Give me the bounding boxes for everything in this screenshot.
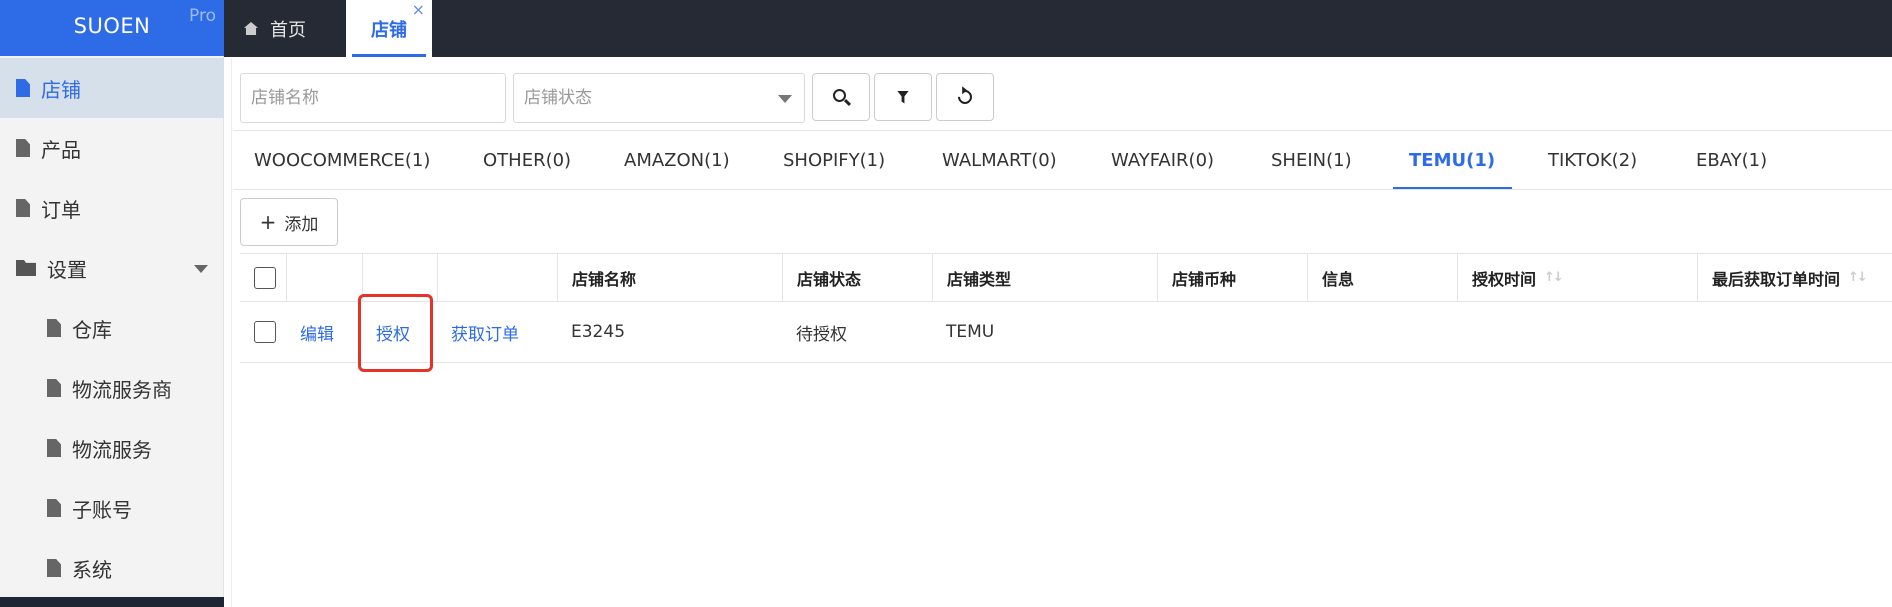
add-button[interactable]: + 添加: [240, 198, 338, 246]
sidebar-item-label: 产品: [41, 137, 81, 162]
search-icon: [833, 89, 846, 102]
cell-shop-status: 待授权: [796, 324, 847, 345]
column-header-auth-time[interactable]: 授权时间 ↑↓: [1457, 254, 1697, 301]
close-icon[interactable]: ×: [412, 2, 425, 18]
column-header-last-fetch-label: 最后获取订单时间: [1712, 269, 1841, 289]
tab-platform-woocommerce[interactable]: WOOCOMMERCE(1): [254, 131, 430, 189]
sidebar-item-label: 物流服务: [72, 437, 152, 462]
app-root: SUOEN Pro 店铺 产品 订单 设置 仓库 物流服务商 物流服务 子账号 …: [0, 0, 1892, 607]
file-icon: [47, 439, 61, 457]
sidebar-item-label: 设置: [47, 257, 87, 282]
column-header-auth-time-label: 授权时间: [1472, 269, 1537, 289]
tab-home-label: 首页: [270, 19, 306, 41]
tab-platform-ebay[interactable]: EBAY(1): [1696, 131, 1767, 189]
row-checkbox[interactable]: [254, 321, 276, 343]
chevron-down-icon: [778, 95, 792, 103]
row-select-cell: [240, 302, 286, 362]
sidebar-item-products[interactable]: 产品: [0, 118, 224, 178]
folder-open-icon: [16, 260, 36, 276]
shop-status-input[interactable]: [524, 88, 804, 108]
sidebar-item-shops[interactable]: 店铺: [0, 58, 224, 118]
tab-shops[interactable]: 店铺 ×: [346, 0, 432, 57]
filter-button[interactable]: [874, 73, 932, 121]
authorize-cell: 授权: [362, 302, 437, 362]
file-icon: [47, 559, 61, 577]
file-icon: [16, 139, 30, 157]
cell-shop-type: TEMU: [946, 322, 995, 342]
shop-name-field[interactable]: [240, 73, 506, 123]
tab-platform-shopify[interactable]: SHOPIFY(1): [783, 131, 885, 189]
table-header: 店铺名称 店铺状态 店铺类型 店铺币种 信息 授权时间 ↑↓ 最后获取订单时间 …: [240, 253, 1892, 302]
tab-platform-temu[interactable]: TEMU(1): [1409, 131, 1495, 189]
refresh-button[interactable]: [936, 73, 994, 121]
sidebar-item-settings[interactable]: 设置: [0, 238, 224, 298]
file-icon: [47, 499, 61, 517]
column-header-last-fetch[interactable]: 最后获取订单时间 ↑↓: [1697, 254, 1892, 301]
edit-link[interactable]: 编辑: [300, 320, 334, 345]
sidebar-item-warehouse[interactable]: 仓库: [0, 298, 224, 358]
sidebar-item-system[interactable]: 系统: [0, 538, 224, 598]
divider: [234, 189, 1892, 190]
add-button-label: 添加: [284, 214, 319, 235]
tab-platform-other[interactable]: OTHER(0): [483, 131, 571, 189]
sidebar-item-label: 子账号: [72, 497, 132, 522]
authorize-link[interactable]: 授权: [376, 320, 410, 345]
column-header-action-2: [362, 254, 437, 301]
sidebar-item-logistics-providers[interactable]: 物流服务商: [0, 358, 224, 418]
home-icon: [244, 22, 258, 35]
file-icon: [47, 319, 61, 337]
brand-badge: Pro: [189, 6, 216, 26]
sidebar-item-sub-accounts[interactable]: 子账号: [0, 478, 224, 538]
column-header-currency: 店铺币种: [1157, 254, 1307, 301]
sidebar-item-label: 系统: [72, 557, 112, 582]
fetch-orders-cell: 获取订单: [437, 302, 557, 362]
sidebar-item-label: 订单: [41, 197, 81, 222]
sidebar-item-label: 仓库: [72, 317, 112, 342]
column-header-status: 店铺状态: [782, 254, 932, 301]
fetch-orders-link[interactable]: 获取订单: [451, 320, 519, 345]
edit-cell: 编辑: [286, 302, 362, 362]
sidebar-footer-strip: [0, 597, 224, 607]
file-icon: [16, 79, 30, 97]
plus-icon: +: [259, 210, 277, 234]
column-header-name: 店铺名称: [557, 254, 782, 301]
shop-status-select[interactable]: [513, 73, 805, 123]
column-header-action-1: [286, 254, 362, 301]
tab-platform-wayfair[interactable]: WAYFAIR(0): [1111, 131, 1214, 189]
brand-header: SUOEN Pro: [0, 0, 224, 56]
sidebar-item-logistics-services[interactable]: 物流服务: [0, 418, 224, 478]
tab-platform-amazon[interactable]: AMAZON(1): [624, 131, 730, 189]
search-button[interactable]: [812, 73, 870, 121]
sidebar-item-label: 店铺: [41, 77, 81, 102]
tab-shops-label: 店铺: [371, 19, 407, 41]
sidebar-item-orders[interactable]: 订单: [0, 178, 224, 238]
tab-platform-walmart[interactable]: WALMART(0): [942, 131, 1057, 189]
tab-platform-tiktok[interactable]: TIKTOK(2): [1548, 131, 1637, 189]
sidebar-item-label: 物流服务商: [72, 377, 172, 402]
file-icon: [47, 379, 61, 397]
content-gutter: [224, 58, 232, 607]
select-all-cell: [240, 254, 286, 301]
select-all-checkbox[interactable]: [254, 266, 276, 289]
sort-icon[interactable]: ↑↓: [1544, 270, 1564, 285]
column-header-info: 信息: [1307, 254, 1457, 301]
table-row: 编辑 授权 获取订单 E3245 待授权 TEMU: [240, 302, 1892, 363]
tab-home[interactable]: 首页: [244, 0, 306, 57]
filter-icon: [897, 90, 909, 104]
column-header-type: 店铺类型: [932, 254, 1157, 301]
file-icon: [16, 199, 30, 217]
column-header-action-3: [437, 254, 557, 301]
cell-shop-name: E3245: [571, 322, 626, 342]
sort-icon[interactable]: ↑↓: [1848, 270, 1868, 285]
tab-platform-shein[interactable]: SHEIN(1): [1271, 131, 1352, 189]
caret-down-icon: [194, 265, 208, 273]
refresh-icon: [955, 87, 975, 107]
top-tab-bar: 首页 店铺 ×: [224, 0, 1892, 57]
shop-name-input[interactable]: [251, 88, 505, 108]
sidebar: SUOEN Pro 店铺 产品 订单 设置 仓库 物流服务商 物流服务 子账号 …: [0, 0, 224, 607]
